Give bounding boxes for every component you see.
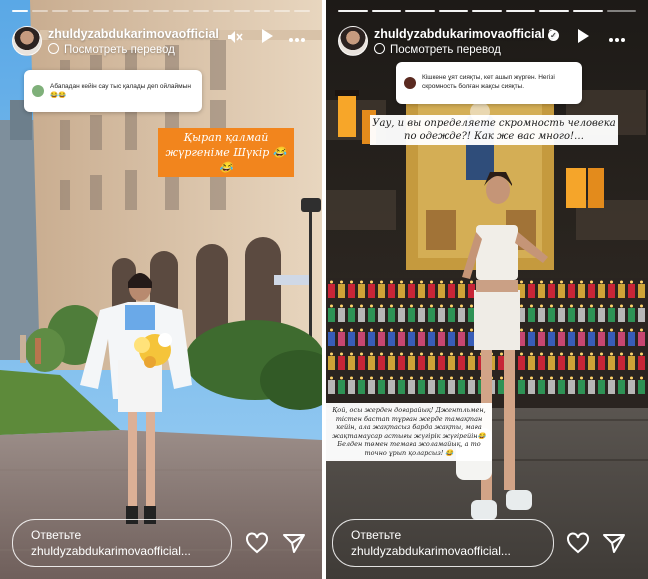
progress-segment <box>52 10 69 12</box>
progress-segment <box>438 10 469 12</box>
progress-segment <box>405 10 435 12</box>
see-translation-label: Посмотреть перевод <box>64 44 175 56</box>
more-icon <box>609 38 625 42</box>
heart-icon <box>567 532 589 554</box>
progress-segment <box>12 10 29 12</box>
mute-icon <box>228 31 243 43</box>
progress-segment <box>132 10 149 12</box>
see-translation-label: Посмотреть перевод <box>390 44 501 56</box>
quoted-comment-card: Абападан кейін сау тыс қалады деп ойлайм… <box>24 70 202 112</box>
story-header: zhuldyzabdukarimovaofficial ✓ 2 Посмотрет… <box>338 22 638 62</box>
more-options-button[interactable] <box>286 28 308 50</box>
story-progress-bar <box>12 10 311 12</box>
play-button[interactable] <box>256 28 278 50</box>
see-translation-link[interactable]: Посмотреть перевод <box>374 43 501 56</box>
more-icon <box>289 38 305 42</box>
text-sticker: Қырап қалмай жүргеніме Шүкір 😂😂 <box>158 128 294 177</box>
progress-segment <box>606 10 637 12</box>
progress-segment <box>72 10 89 12</box>
story-header: zhuldyzabdukarimovaofficial Посмотреть п… <box>12 22 312 62</box>
progress-segment <box>193 10 210 12</box>
text-sticker-bottom: Қой, осы жерден доғарайық! Джентльмен, т… <box>326 403 492 461</box>
username[interactable]: zhuldyzabdukarimovaofficial ✓ <box>374 27 559 41</box>
username[interactable]: zhuldyzabdukarimovaofficial <box>48 27 219 41</box>
reply-input[interactable]: Ответьте zhuldyzabdukarimovaofficial... <box>332 519 554 567</box>
reply-placeholder-line1: Ответьте <box>31 528 82 542</box>
comment-text: Кішкене ұят сияқты, кет ашып жүрген. Нег… <box>422 74 555 90</box>
progress-segment <box>233 10 250 12</box>
progress-segment <box>112 10 129 12</box>
send-icon <box>603 534 625 553</box>
quoted-comment-card: Кішкене ұят сияқты, кет ашып жүрген. Нег… <box>396 62 582 104</box>
like-button[interactable] <box>566 531 590 555</box>
avatar[interactable] <box>338 26 368 56</box>
mute-button[interactable] <box>224 28 246 50</box>
reply-placeholder-line2: zhuldyzabdukarimovaofficial... <box>351 544 511 558</box>
comment-avatar <box>32 85 44 97</box>
progress-segment <box>92 10 109 12</box>
like-button[interactable] <box>245 531 269 555</box>
progress-segment <box>539 10 569 12</box>
progress-segment <box>572 10 603 12</box>
avatar[interactable] <box>12 26 42 56</box>
progress-segment <box>32 10 49 12</box>
play-icon <box>262 29 273 43</box>
progress-segment <box>293 10 311 12</box>
play-button[interactable] <box>572 28 594 50</box>
progress-segment <box>213 10 230 12</box>
see-translation-link[interactable]: Посмотреть перевод <box>48 43 175 56</box>
reply-placeholder-line2: zhuldyzabdukarimovaofficial... <box>31 544 191 558</box>
comment-text: Абападан кейін сау тыс қалады деп ойлайм… <box>50 83 191 99</box>
globe-icon <box>374 43 385 54</box>
story-right[interactable]: zhuldyzabdukarimovaofficial ✓ 2 Посмотрет… <box>326 0 648 579</box>
comment-avatar <box>404 77 416 89</box>
play-icon <box>578 29 589 43</box>
reply-placeholder-line1: Ответьте <box>351 528 402 542</box>
share-button[interactable] <box>602 531 626 555</box>
story-progress-bar <box>338 10 637 12</box>
heart-icon <box>246 532 268 554</box>
progress-segment <box>173 10 190 12</box>
story-time: 2 <box>548 27 555 41</box>
text-sticker-top: Уау, и вы определяете скромность человек… <box>370 115 618 145</box>
progress-segment <box>253 10 270 12</box>
reply-input[interactable]: Ответьте zhuldyzabdukarimovaofficial... <box>12 519 232 567</box>
story-left[interactable]: zhuldyzabdukarimovaofficial Посмотреть п… <box>0 0 322 579</box>
username-label: zhuldyzabdukarimovaofficial <box>374 27 545 41</box>
share-button[interactable] <box>282 531 306 555</box>
globe-icon <box>48 43 59 54</box>
progress-segment <box>338 10 368 12</box>
more-options-button[interactable] <box>606 28 628 50</box>
send-icon <box>283 534 305 553</box>
progress-segment <box>152 10 170 12</box>
progress-segment <box>273 10 290 12</box>
progress-segment <box>371 10 402 12</box>
progress-segment <box>472 10 502 12</box>
progress-segment <box>505 10 536 12</box>
